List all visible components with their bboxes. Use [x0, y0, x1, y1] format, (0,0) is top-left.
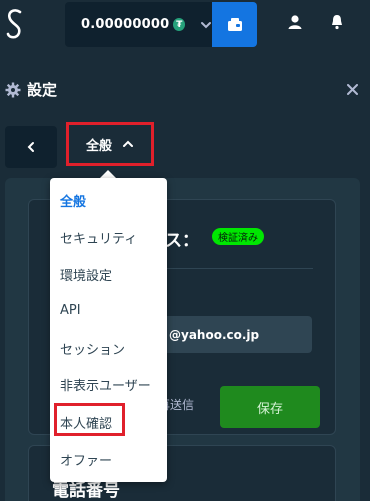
menu-item-api[interactable]: API: [60, 303, 81, 318]
tether-coin-icon: ₮: [173, 18, 186, 31]
menu-item-offers[interactable]: オファー: [60, 450, 112, 469]
verification-highlight-box: [54, 403, 125, 436]
chevron-down-icon: [199, 18, 212, 32]
chevron-left-icon: [27, 142, 34, 152]
balance-selector[interactable]: 0.00000000 ₮: [65, 2, 212, 47]
menu-item-security[interactable]: セキュリティ: [60, 228, 137, 247]
top-bar: 0.00000000 ₮: [0, 0, 370, 52]
gear-icon: [5, 82, 21, 98]
logo-icon: [6, 9, 22, 39]
menu-item-hidden-users[interactable]: 非表示ユーザー: [60, 375, 151, 394]
save-button[interactable]: 保存: [220, 386, 320, 428]
menu-item-sessions[interactable]: セッション: [60, 339, 125, 358]
email-status-label: ス：: [165, 231, 199, 251]
chevron-up-icon: [123, 140, 133, 147]
site-logo[interactable]: [4, 6, 26, 42]
bell-icon: [332, 15, 342, 30]
back-button[interactable]: [5, 126, 57, 168]
wallet-icon: [227, 17, 242, 31]
dropdown-pointer: [100, 170, 116, 178]
verified-badge: 検証済み: [212, 228, 264, 245]
wallet-button[interactable]: [212, 2, 257, 47]
menu-item-general[interactable]: 全般: [60, 191, 86, 210]
close-icon[interactable]: [345, 81, 359, 97]
email-field[interactable]: @yahoo.co.jp: [150, 316, 312, 353]
user-profile-button[interactable]: [283, 10, 307, 34]
settings-tab-select[interactable]: 全般: [66, 122, 154, 166]
menu-item-preferences[interactable]: 環境設定: [60, 265, 112, 284]
notifications-button[interactable]: [325, 10, 349, 34]
balance-amount: 0.00000000: [81, 17, 170, 32]
page-title: 設定: [27, 81, 58, 99]
divider: [158, 268, 313, 269]
current-tab-label: 全般: [85, 138, 112, 154]
tab-dropdown-menu: 全般 セキュリティ 環境設定 API セッション 非表示ユーザー 本人確認 オフ…: [50, 178, 167, 482]
user-icon: [288, 15, 302, 29]
